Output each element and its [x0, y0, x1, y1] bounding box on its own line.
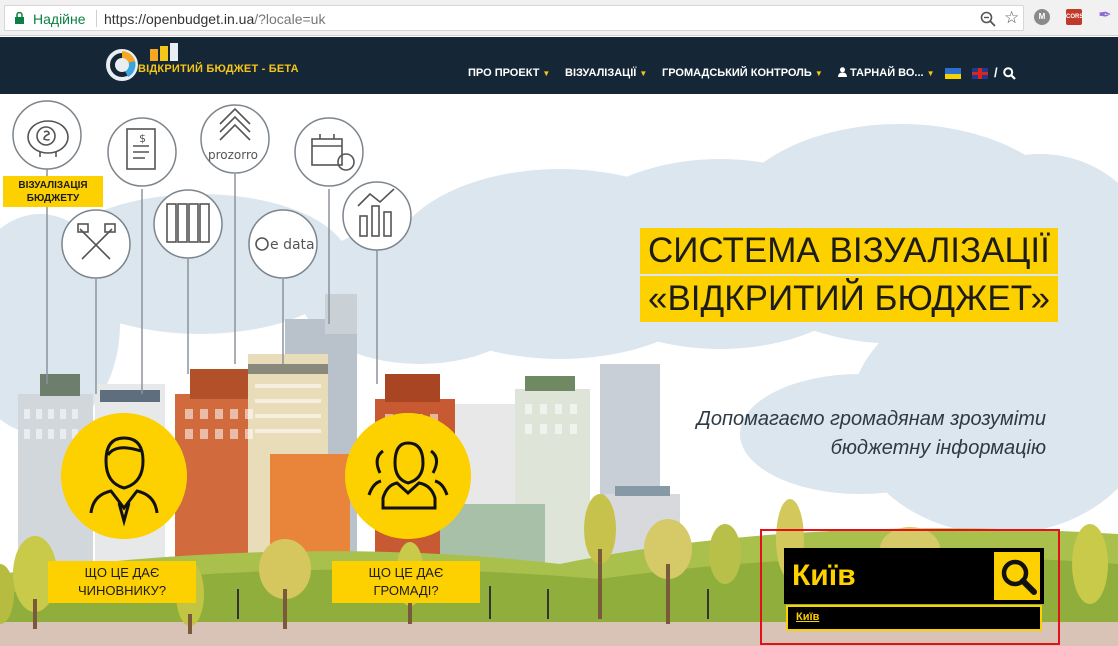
city-search-button[interactable] — [992, 550, 1042, 602]
hero-title-line1: СИСТЕМА ВІЗУАЛІЗАЦІЇ — [648, 231, 1050, 270]
budget-visualization-label[interactable]: ВІЗУАЛІЗАЦІЯ БЮДЖЕТУ — [3, 176, 103, 207]
chevron-down-icon: ▼ — [542, 69, 551, 78]
nav-divider-slash: / — [994, 65, 998, 80]
nav-visualizations[interactable]: ВІЗУАЛІЗАЦІЇ ▼ — [565, 67, 647, 79]
edata-icon-text: e data — [270, 237, 315, 253]
nav-user-label: ТАРНАЙ ВО... — [850, 67, 924, 79]
hero-title-line2-box: «ВІДКРИТИЙ БЮДЖЕТ» — [640, 276, 1059, 322]
search-icon[interactable] — [1003, 67, 1016, 80]
hero-subtitle-line1: Допомагаємо громадянам зрозуміти — [696, 408, 1046, 430]
nav-about[interactable]: ПРО ПРОЕКТ ▼ — [468, 67, 550, 79]
community-avatar-icon[interactable] — [345, 413, 471, 539]
extension-cors-icon[interactable]: CORS — [1066, 9, 1083, 25]
secure-label: Надійне — [33, 11, 86, 27]
nav-user-menu[interactable]: ТАРНАЙ ВО... ▼ — [838, 67, 934, 79]
city-search-box — [784, 548, 1044, 604]
vis-label-line2: БЮДЖЕТУ — [26, 193, 80, 204]
community-line2: ГРОМАДІ? — [373, 583, 439, 598]
lock-icon — [15, 12, 24, 24]
nav-public-control[interactable]: ГРОМАДСЬКИЙ КОНТРОЛЬ ▼ — [662, 67, 823, 79]
hero-title-line2: «ВІДКРИТИЙ БЮДЖЕТ» — [648, 279, 1051, 318]
extension-m-icon[interactable]: М — [1034, 9, 1050, 25]
svg-text:$: $ — [139, 132, 146, 145]
officials-line1: ЩО ЦЕ ДАЄ — [84, 565, 160, 580]
prozorro-icon-text: prozorro — [208, 148, 258, 162]
hero-title-line1-box: СИСТЕМА ВІЗУАЛІЗАЦІЇ — [640, 228, 1058, 274]
nav-about-label: ПРО ПРОЕКТ — [468, 67, 540, 79]
community-benefit-button[interactable]: ЩО ЦЕ ДАЄ ГРОМАДІ? — [332, 561, 480, 603]
city-search-input[interactable] — [786, 550, 992, 602]
community-line1: ЩО ЦЕ ДАЄ — [368, 565, 444, 580]
address-divider — [96, 10, 97, 27]
hero-subtitle-line2: бюджетну інформацію — [830, 437, 1046, 459]
nav-visualizations-label: ВІЗУАЛІЗАЦІЇ — [565, 67, 637, 79]
url-path: /?locale=uk — [254, 11, 326, 27]
chevron-down-icon: ▼ — [639, 69, 648, 78]
search-suggestion-list: Київ — [786, 605, 1042, 631]
zoom-icon[interactable] — [979, 10, 997, 28]
nav-public-control-label: ГРОМАДСЬКИЙ КОНТРОЛЬ — [662, 67, 812, 79]
english-flag-icon[interactable] — [972, 68, 988, 79]
address-bar[interactable]: Надійне https://openbudget.in.ua/?locale… — [4, 5, 1024, 31]
search-icon — [1001, 559, 1037, 595]
chevron-down-icon: ▼ — [926, 69, 935, 78]
user-icon — [838, 67, 847, 77]
site-header: ВІДКРИТИЙ БЮДЖЕТ - БЕТА ПРО ПРОЕКТ ▼ ВІЗУ… — [0, 37, 1118, 94]
url-text[interactable]: https://openbudget.in.ua/?locale=uk — [104, 11, 325, 27]
flag-ua-stripe-yellow — [945, 73, 961, 79]
browser-toolbar: Надійне https://openbudget.in.ua/?locale… — [0, 0, 1118, 36]
hero-subtitle: Допомагаємо громадянам зрозуміти бюджетн… — [640, 405, 1046, 463]
site-logo-text[interactable]: ВІДКРИТИЙ БЮДЖЕТ - БЕТА — [138, 63, 299, 75]
url-host: https://openbudget.in.ua — [104, 11, 255, 27]
vis-label-line1: ВІЗУАЛІЗАЦІЯ — [18, 180, 88, 191]
ukrainian-flag-icon[interactable] — [945, 68, 961, 79]
bookmark-star-icon[interactable]: ☆ — [1004, 9, 1019, 27]
extension-feather-icon[interactable]: ✒ — [1097, 8, 1113, 24]
chevron-down-icon: ▼ — [814, 69, 823, 78]
official-avatar-icon[interactable] — [61, 413, 187, 539]
officials-line2: ЧИНОВНИКУ? — [77, 583, 167, 598]
search-suggestion-item[interactable]: Київ — [796, 611, 819, 623]
officials-benefit-button[interactable]: ЩО ЦЕ ДАЄ ЧИНОВНИКУ? — [48, 561, 196, 603]
